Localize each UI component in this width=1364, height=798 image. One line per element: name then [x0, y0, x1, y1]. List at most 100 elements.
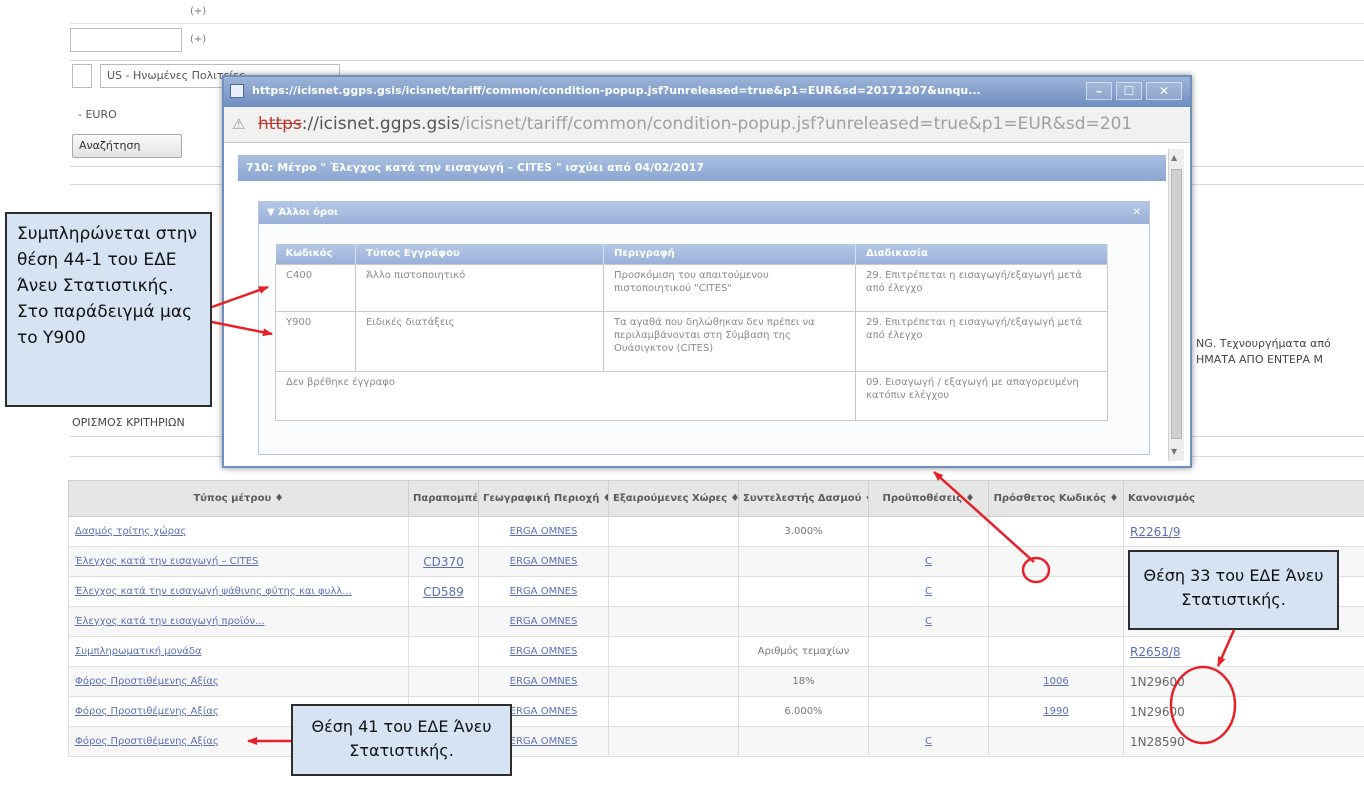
addcode-cell — [988, 606, 1124, 637]
reference-link[interactable]: CD589 — [423, 585, 464, 599]
condition-popup-window: https://icisnet.ggps.gsis/icisnet/tariff… — [222, 75, 1192, 468]
measure-type-link[interactable]: Δασμός τρίτης χώρας — [75, 526, 186, 537]
geo-link[interactable]: ERGA OMNES — [510, 706, 578, 717]
url-protocol: https — [258, 114, 302, 134]
col-header-geo-area[interactable]: Γεωγραφική Περιοχή ♦ — [478, 480, 609, 517]
regulation-link[interactable]: R2261/9 — [1130, 525, 1181, 539]
panel-header[interactable]: ▼ Άλλοι όροι ✕ — [259, 202, 1149, 224]
cond-cell — [868, 636, 989, 667]
duty-cell: 6.000% — [738, 696, 869, 727]
condition-doc-type: Άλλο πιστοποιητικό — [355, 263, 604, 312]
panel-close-icon[interactable]: ✕ — [1133, 202, 1141, 224]
table-row: Φόρος Προστιθέμενης Αξίας ERGA OMNES 6.0… — [68, 696, 1364, 727]
geo-link[interactable]: ERGA OMNES — [510, 736, 578, 747]
band-divider — [70, 60, 1364, 61]
excl-cell — [608, 636, 739, 667]
excl-cell — [608, 516, 739, 547]
excl-cell — [608, 696, 739, 727]
geo-link[interactable]: ERGA OMNES — [510, 586, 578, 597]
field-mini-icon: (+) — [190, 34, 207, 45]
scroll-up-icon[interactable]: ▲ — [1171, 153, 1177, 162]
duty-cell: 3.000% — [738, 516, 869, 547]
cond-cell — [868, 696, 989, 727]
popup-window-title: https://icisnet.ggps.gsis/icisnet/tariff… — [252, 84, 981, 97]
minimize-icon[interactable]: – — [1086, 82, 1112, 100]
condition-link[interactable]: C — [925, 586, 932, 597]
regulation-cell: 1N28590 — [1123, 726, 1364, 757]
right-text-2: ΗΜΑΤΑ ΑΠΟ ΕΝΤΕΡΑ Μ — [1196, 353, 1323, 366]
addcode-cell — [988, 576, 1124, 607]
addcode-cell — [988, 636, 1124, 667]
table-row: Φόρος Προστιθέμενης Αξίας ERGA OMNES 18%… — [68, 666, 1364, 697]
scroll-down-icon[interactable]: ▼ — [1171, 447, 1177, 456]
duty-cell — [738, 606, 869, 637]
col-header-description: Περιγραφή — [603, 244, 856, 264]
col-header-measure-type[interactable]: Τύπος μέτρου ♦ — [68, 480, 409, 517]
geo-link[interactable]: ERGA OMNES — [510, 676, 578, 687]
condition-procedure: 29. Επιτρέπεται η εισαγωγή/εξαγωγή μετά … — [855, 310, 1108, 372]
address-bar[interactable]: ⚠ https://icisnet.ggps.gsis/icisnet/tari… — [224, 107, 1190, 143]
duty-cell — [738, 546, 869, 577]
condition-link[interactable]: C — [925, 736, 932, 747]
top-band — [70, 0, 1364, 24]
condition-row: Y900 Ειδικές διατάξεις Τα αγαθά που δηλώ… — [275, 310, 1108, 372]
col-header-excluded-countries[interactable]: Εξαιρούμενες Χώρες ♦ — [608, 480, 739, 517]
table-row: Φόρος Προστιθέμενης Αξίας ERGA OMNES C 1… — [68, 726, 1364, 757]
measure-type-link[interactable]: Φόρος Προστιθέμενης Αξίας — [75, 736, 219, 747]
vertical-scrollbar[interactable]: ▲ ▼ — [1168, 149, 1184, 461]
geo-link[interactable]: ERGA OMNES — [510, 646, 578, 657]
measure-type-link[interactable]: Φόρος Προστιθέμενης Αξίας — [75, 706, 219, 717]
popup-titlebar[interactable]: https://icisnet.ggps.gsis/icisnet/tariff… — [224, 77, 1190, 107]
measure-type-link[interactable]: Έλεγχος κατά την εισαγωγή – CITES — [75, 556, 258, 567]
col-header-additional-code[interactable]: Πρόσθετος Κωδικός ♦ — [988, 480, 1124, 517]
condition-procedure: 09. Εισαγωγή / εξαγωγή με απαγορευμένη κ… — [855, 370, 1108, 421]
collapse-icon[interactable]: ▼ — [267, 207, 275, 218]
col-header-procedure: Διαδικασία — [855, 244, 1108, 264]
geo-link[interactable]: ERGA OMNES — [510, 526, 578, 537]
col-header-conditions[interactable]: Προϋποθέσεις ♦ — [868, 480, 989, 517]
close-icon[interactable]: ✕ — [1146, 82, 1182, 100]
table-row: Συμπληρωματική μονάδα ERGA OMNES Αριθμός… — [68, 636, 1364, 667]
panel-title: Άλλοι όροι — [278, 207, 338, 218]
url-path: /icisnet/tariff/common/condition-popup.j… — [459, 114, 1133, 134]
measure-type-link[interactable]: Φόρος Προστιθέμενης Αξίας — [75, 676, 219, 687]
condition-description: Προσκόμιση του απαιτούμενου πιστοποιητικ… — [603, 263, 856, 312]
cond-cell — [868, 516, 989, 547]
maximize-icon[interactable]: ☐ — [1116, 82, 1142, 100]
regulation-link[interactable]: R2658/8 — [1130, 645, 1181, 659]
scroll-thumb[interactable] — [1171, 169, 1182, 439]
search-button[interactable]: Αναζήτηση — [72, 134, 182, 158]
regulation-cell: 1N29600 — [1123, 696, 1364, 727]
conditions-header-row: Κωδικός Τύπος Εγγράφου Περιγραφή Διαδικα… — [275, 244, 1108, 264]
duty-cell: Αριθμός τεμαχίων — [738, 636, 869, 667]
col-header-duty-rate[interactable]: Συντελεστής Δασμού ♦ — [738, 480, 869, 517]
annotation-callout-right: Θέση 33 του ΕΔΕ Άνευ Στατιστικής. — [1128, 550, 1339, 630]
annotation-callout-middle: Θέση 41 του ΕΔΕ Άνευ Στατιστικής. — [291, 704, 512, 776]
condition-doc-type: Ειδικές διατάξεις — [355, 310, 604, 372]
duty-cell: 18% — [738, 666, 869, 697]
criteria-label[interactable]: ΟΡΙΣΜΟΣ ΚΡΙΤΗΡΙΩΝ — [72, 416, 185, 429]
measure-type-link[interactable]: Έλεγχος κατά την εισαγωγή προϊόν... — [75, 616, 265, 627]
browser-window-icon — [230, 84, 244, 98]
ref-cell — [408, 636, 479, 667]
additional-code-link[interactable]: 1006 — [1043, 676, 1068, 687]
certificate-error-icon[interactable]: ⚠ — [232, 116, 245, 132]
condition-procedure: 29. Επιτρέπεται η εισαγωγή/εξαγωγή μετά … — [855, 263, 1108, 312]
popup-content: 710: Μέτρο " Έλεγχος κατά την εισαγωγή –… — [224, 143, 1190, 466]
excl-cell — [608, 726, 739, 757]
excl-cell — [608, 606, 739, 637]
condition-link[interactable]: C — [925, 616, 932, 627]
additional-code-link[interactable]: 1990 — [1043, 706, 1068, 717]
measure-type-link[interactable]: Συμπληρωματική μονάδα — [75, 646, 202, 657]
other-conditions-panel: ▼ Άλλοι όροι ✕ Κωδικός Τύπος Εγγράφου Πε… — [258, 201, 1150, 455]
ref-cell — [408, 666, 479, 697]
col-header-document-type: Τύπος Εγγράφου — [355, 244, 604, 264]
reference-link[interactable]: CD370 — [423, 555, 464, 569]
geo-link[interactable]: ERGA OMNES — [510, 616, 578, 627]
measure-header: 710: Μέτρο " Έλεγχος κατά την εισαγωγή –… — [238, 155, 1166, 181]
top-field[interactable] — [70, 28, 182, 52]
country-code-field[interactable] — [72, 64, 92, 88]
measure-type-link[interactable]: Έλεγχος κατά την εισαγωγή ψάθινης φύτης … — [75, 586, 352, 597]
geo-link[interactable]: ERGA OMNES — [510, 556, 578, 567]
condition-link[interactable]: C — [925, 556, 932, 567]
